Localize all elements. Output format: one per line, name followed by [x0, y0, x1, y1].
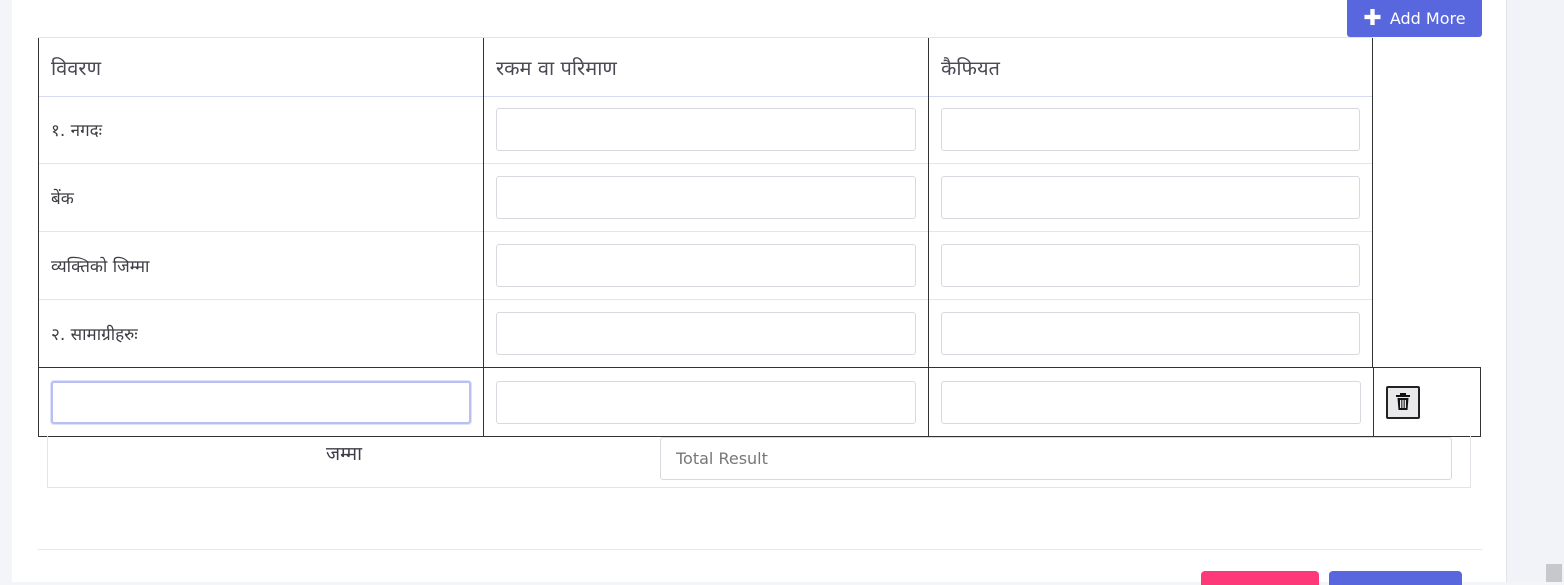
scrollbar-thumb[interactable] [1546, 564, 1562, 582]
total-label: जम्मा [326, 443, 363, 465]
table-row-added [38, 367, 1481, 437]
amount-input[interactable] [496, 311, 916, 355]
add-more-button[interactable]: ✚ Add More [1347, 0, 1482, 37]
header-remarks: कैफियत [928, 38, 1373, 96]
row-label: १. नगदः [51, 120, 103, 141]
table-row: बेंक [38, 163, 1373, 232]
total-row: जम्मा [47, 436, 1471, 488]
plus-icon: ✚ [1363, 5, 1382, 31]
remarks-input[interactable] [941, 380, 1361, 424]
amount-input[interactable] [496, 243, 916, 287]
remarks-input[interactable] [941, 243, 1360, 287]
remarks-input[interactable] [941, 107, 1360, 151]
divider [38, 549, 1482, 550]
delete-row-button[interactable] [1386, 385, 1420, 419]
row-label: व्यक्तिको जिम्मा [51, 256, 150, 277]
submit-button[interactable] [1329, 571, 1462, 585]
table-header: विवरण रकम वा परिमाण कैफियत [38, 37, 1373, 97]
remarks-input[interactable] [941, 311, 1360, 355]
row-label: २. सामाग्रीहरुः [51, 324, 138, 345]
header-description: विवरण [38, 38, 483, 96]
total-result-input[interactable] [660, 437, 1452, 480]
row-label: बेंक [51, 188, 74, 209]
amount-input[interactable] [496, 107, 916, 151]
amount-input[interactable] [496, 175, 916, 219]
description-input[interactable] [51, 380, 471, 424]
remarks-input[interactable] [941, 175, 1360, 219]
add-more-label: Add More [1389, 9, 1466, 28]
table-row: १. नगदः [38, 95, 1373, 164]
table-row: २. सामाग्रीहरुः [38, 299, 1373, 368]
header-amount: रकम वा परिमाण [483, 38, 928, 96]
trash-icon [1396, 393, 1410, 410]
amount-input[interactable] [496, 380, 916, 424]
table-row: व्यक्तिको जिम्मा [38, 231, 1373, 300]
page-gutter [1507, 0, 1564, 582]
reset-button[interactable] [1201, 571, 1319, 585]
